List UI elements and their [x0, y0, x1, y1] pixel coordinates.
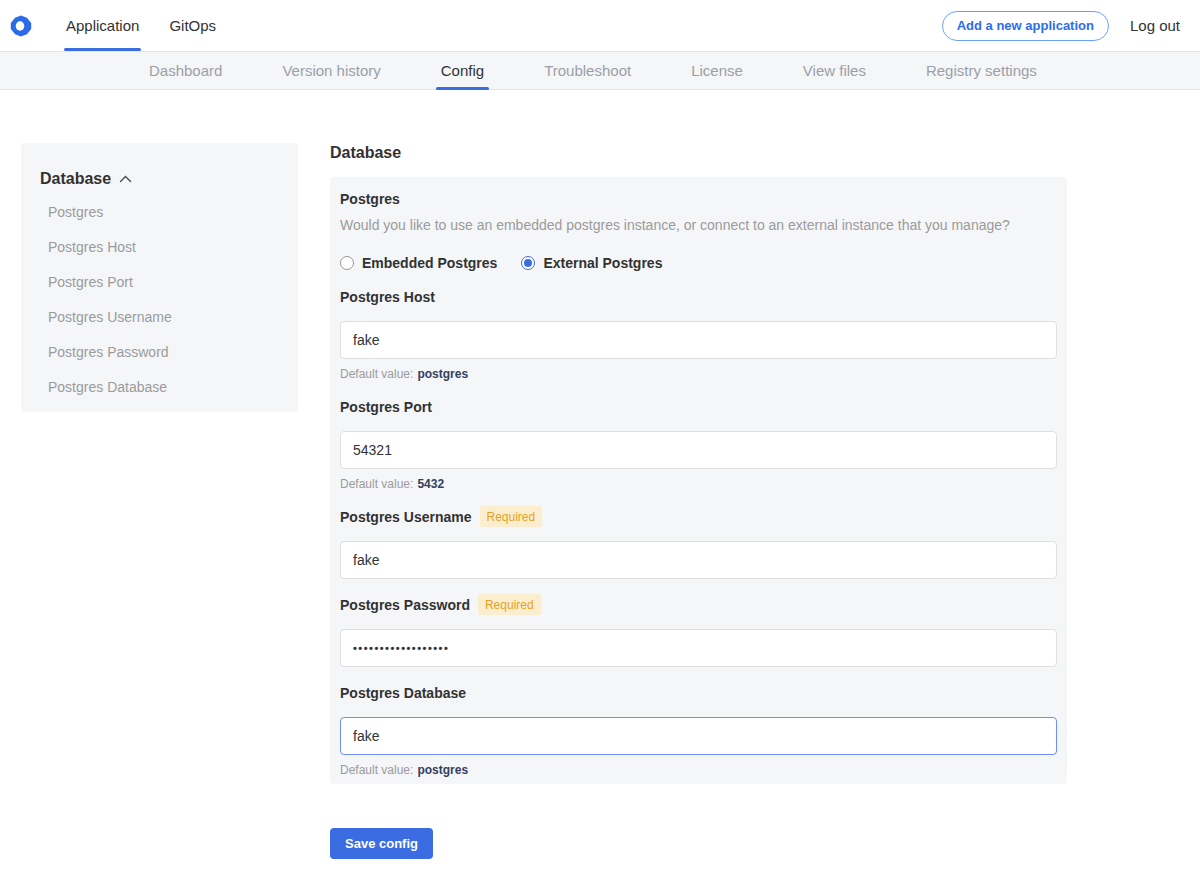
subnav-tab-license[interactable]: License	[691, 52, 743, 89]
topbar-right: Add a new application Log out	[942, 11, 1200, 41]
subnav-tab-version-history[interactable]: Version history	[282, 52, 380, 89]
field-label-postgres-database: Postgres Database	[340, 685, 466, 701]
input-postgres-port[interactable]	[340, 431, 1057, 469]
radio-label: Embedded Postgres	[362, 255, 497, 271]
postgres-section-description: Would you like to use an embedded postgr…	[340, 217, 1057, 233]
postgres-radio-group: Embedded Postgres External Postgres	[340, 255, 1057, 271]
input-postgres-username[interactable]	[340, 541, 1057, 579]
top-tabs: Application GitOps	[66, 0, 246, 51]
app-subnav: Dashboard Version history Config Troublesho…	[0, 51, 1200, 90]
radio-unselected-icon[interactable]	[340, 256, 354, 270]
required-badge: Required	[478, 594, 541, 615]
field-label-postgres-password: Postgres Password	[340, 597, 470, 613]
sidebar-group-label: Database	[40, 170, 111, 188]
postgres-section-label: Postgres	[340, 191, 1057, 207]
add-application-button[interactable]: Add a new application	[942, 11, 1109, 41]
field-label-postgres-host: Postgres Host	[340, 289, 435, 305]
sidebar-item-postgres-username[interactable]: Postgres Username	[48, 310, 280, 324]
subnav-tab-troubleshoot[interactable]: Troubleshoot	[544, 52, 631, 89]
field-postgres-host: Postgres Host Default value:postgres	[340, 289, 1057, 381]
sidebar-item-postgres-database[interactable]: Postgres Database	[48, 380, 280, 394]
chevron-up-icon	[119, 175, 132, 183]
subnav-tab-config[interactable]: Config	[441, 52, 484, 89]
subnav-tab-dashboard[interactable]: Dashboard	[149, 52, 222, 89]
input-postgres-password[interactable]	[340, 629, 1057, 667]
default-value-note: Default value:postgres	[340, 763, 1057, 777]
group-title: Database	[330, 144, 1067, 162]
radio-label: External Postgres	[543, 255, 662, 271]
input-postgres-host[interactable]	[340, 321, 1057, 359]
logout-link[interactable]: Log out	[1130, 17, 1180, 34]
config-content: Database Postgres Would you like to use …	[330, 143, 1067, 859]
config-sidebar: Database Postgres Postgres Host Postgres P…	[21, 143, 298, 412]
config-group-box: Postgres Would you like to use an embedd…	[330, 177, 1067, 784]
input-postgres-database[interactable]	[340, 717, 1057, 755]
field-postgres-port: Postgres Port Default value:5432	[340, 399, 1057, 491]
field-label-postgres-port: Postgres Port	[340, 399, 432, 415]
top-tab-gitops[interactable]: GitOps	[169, 0, 216, 51]
main-area: Database Postgres Postgres Host Postgres P…	[0, 143, 1200, 859]
subnav-tab-view-files[interactable]: View files	[803, 52, 866, 89]
field-label-postgres-username: Postgres Username	[340, 509, 472, 525]
topbar: Application GitOps Add a new application …	[0, 0, 1200, 51]
default-value-note: Default value:5432	[340, 477, 1057, 491]
radio-selected-icon[interactable]	[521, 256, 535, 270]
radio-option-embedded-postgres[interactable]: Embedded Postgres	[340, 255, 497, 271]
required-badge: Required	[480, 506, 543, 527]
sidebar-item-postgres-password[interactable]: Postgres Password	[48, 345, 280, 359]
save-config-button[interactable]: Save config	[330, 828, 433, 859]
top-tab-application[interactable]: Application	[66, 0, 139, 51]
sidebar-group-database[interactable]: Database	[40, 170, 280, 188]
field-postgres-database: Postgres Database Default value:postgres	[340, 685, 1057, 777]
sidebar-items: Postgres Postgres Host Postgres Port Postgr…	[40, 205, 280, 394]
replicated-logo-icon[interactable]	[10, 15, 32, 37]
sidebar-item-postgres-host[interactable]: Postgres Host	[48, 240, 280, 254]
field-postgres-password: Postgres Password Required	[340, 597, 1057, 667]
default-value-note: Default value:postgres	[340, 367, 1057, 381]
subnav-tab-registry-settings[interactable]: Registry settings	[926, 52, 1037, 89]
sidebar-item-postgres-port[interactable]: Postgres Port	[48, 275, 280, 289]
field-postgres-username: Postgres Username Required	[340, 509, 1057, 579]
radio-option-external-postgres[interactable]: External Postgres	[521, 255, 662, 271]
sidebar-item-postgres[interactable]: Postgres	[48, 205, 280, 219]
